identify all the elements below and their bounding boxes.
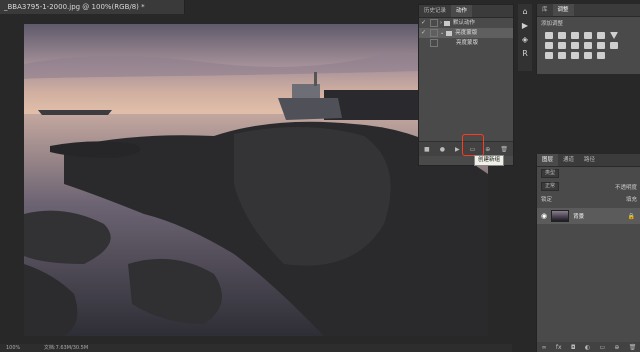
tab-channels[interactable]: 通道 (558, 154, 579, 166)
blend-row: 正常 不透明度 (537, 180, 640, 193)
tab-history[interactable]: 历史记录 (419, 5, 451, 17)
layer-thumbnail (551, 210, 570, 222)
dialog-toggle-box[interactable] (430, 39, 438, 47)
curves-icon[interactable] (571, 32, 579, 39)
action-label: 亮度蒙版 (456, 40, 479, 46)
highlight-box (462, 134, 484, 156)
action-set-label: 默认动作 (453, 20, 476, 26)
link-icon[interactable]: ∞ (542, 344, 547, 351)
layers-panel-tabs: 图层 通道 路径 (537, 154, 640, 167)
zoom-readout: 100% (6, 345, 21, 351)
lock-row: 锁定 填充 (537, 193, 640, 205)
adjustments-panel-tabs: 库 调整 (537, 4, 640, 17)
action-row[interactable]: ✓ › 默认动作 (419, 18, 513, 28)
dialog-toggle-box[interactable] (430, 29, 438, 37)
posterize-icon[interactable] (558, 52, 566, 59)
adjustment-layer-icon[interactable]: ◐ (585, 344, 590, 351)
panel-icon-strip: ⌂ ▶ ◈ R (518, 4, 532, 71)
threshold-icon[interactable] (571, 52, 579, 59)
new-action-icon[interactable]: ⊕ (485, 146, 490, 153)
eye-icon[interactable]: ◉ (537, 212, 547, 220)
color-balance-icon[interactable] (558, 42, 566, 49)
paragraph-icon[interactable]: R (522, 49, 528, 59)
stop-icon[interactable]: ■ (424, 146, 430, 153)
tab-paths[interactable]: 路径 (579, 154, 600, 166)
toggle-check-icon[interactable]: ✓ (419, 18, 428, 28)
layers-panel: 图层 通道 路径 类型 正常 不透明度 锁定 填充 ◉ 背景 🔒 ∞ fx ◘ … (536, 154, 640, 352)
exposure-icon[interactable] (584, 32, 592, 39)
opacity-label: 不透明度 (614, 184, 637, 191)
add-adjustment-label: 添加调整 (541, 21, 564, 27)
photo-filter-icon[interactable] (584, 42, 592, 49)
new-layer-icon[interactable]: ⊕ (614, 344, 619, 351)
layer-filter-row: 类型 (537, 167, 640, 180)
vibrance-icon[interactable] (597, 32, 605, 39)
folder-icon (446, 30, 453, 36)
actions-play-icon[interactable]: ▶ (522, 21, 528, 31)
group-icon[interactable]: ▭ (599, 344, 605, 351)
layer-name[interactable]: 背景 (573, 212, 584, 220)
action-row[interactable]: 亮度蒙版 (419, 38, 513, 48)
selective-color-icon[interactable] (597, 52, 605, 59)
properties-icon[interactable]: ◈ (522, 35, 528, 45)
action-set-label: 亮度蒙版 (455, 30, 478, 36)
folder-icon (444, 20, 450, 26)
fx-icon[interactable]: fx (556, 344, 562, 351)
tooltip: 创建新组 (474, 155, 505, 166)
hue-saturation-icon[interactable] (545, 42, 553, 49)
tab-libraries[interactable]: 库 (537, 4, 553, 16)
toggle-check-icon[interactable]: ✓ (419, 28, 428, 38)
actions-panel-tabs: 历史记录 动作 (419, 5, 513, 18)
dialog-toggle-box[interactable] (430, 19, 438, 27)
gradient-map-icon[interactable] (584, 52, 592, 59)
mask-icon[interactable]: ◘ (571, 344, 576, 351)
delete-icon[interactable]: 🗑 (500, 146, 508, 153)
doc-size-readout: 文档:7.63M/30.5M (43, 345, 89, 351)
color-lookup-icon[interactable] (610, 42, 618, 49)
kind-filter-select[interactable]: 类型 (541, 169, 560, 178)
gradient-triangle-icon[interactable] (610, 32, 618, 39)
channel-mixer-icon[interactable] (597, 42, 605, 49)
document-tab[interactable]: _BBA3795-1-2000.jpg @ 100%(RGB/8) * (0, 0, 185, 14)
adjustments-panel: 库 调整 添加调整 (536, 4, 640, 74)
delete-layer-icon[interactable]: 🗑 (629, 344, 637, 351)
layer-row-background[interactable]: ◉ 背景 🔒 (537, 208, 640, 224)
expand-arrow-icon[interactable]: ⌄ (440, 28, 444, 38)
black-white-icon[interactable] (571, 42, 579, 49)
history-icon[interactable]: ⌂ (522, 7, 527, 17)
play-icon[interactable]: ▶ (455, 146, 460, 153)
expand-arrow-icon[interactable]: › (440, 18, 442, 28)
layers-footer: ∞ fx ◘ ◐ ▭ ⊕ 🗑 (537, 342, 640, 352)
invert-icon[interactable] (545, 52, 553, 59)
levels-icon[interactable] (558, 32, 566, 39)
brightness-icon[interactable] (545, 32, 553, 39)
status-bar: 100% 文档:7.63M/30.5M (0, 344, 512, 352)
tab-actions[interactable]: 动作 (451, 5, 473, 17)
record-icon[interactable]: ● (440, 146, 445, 153)
fill-label: 填充 (625, 197, 637, 203)
lock-label: 锁定 (541, 197, 553, 203)
adjustment-icon-grid (537, 29, 640, 62)
blend-mode-select[interactable]: 正常 (541, 182, 560, 191)
tab-layers[interactable]: 图层 (537, 154, 559, 166)
action-row-selected[interactable]: ✓ ⌄ 亮度蒙版 (419, 28, 513, 38)
tab-adjustments[interactable]: 调整 (552, 4, 574, 16)
lock-icon: 🔒 (627, 212, 635, 220)
